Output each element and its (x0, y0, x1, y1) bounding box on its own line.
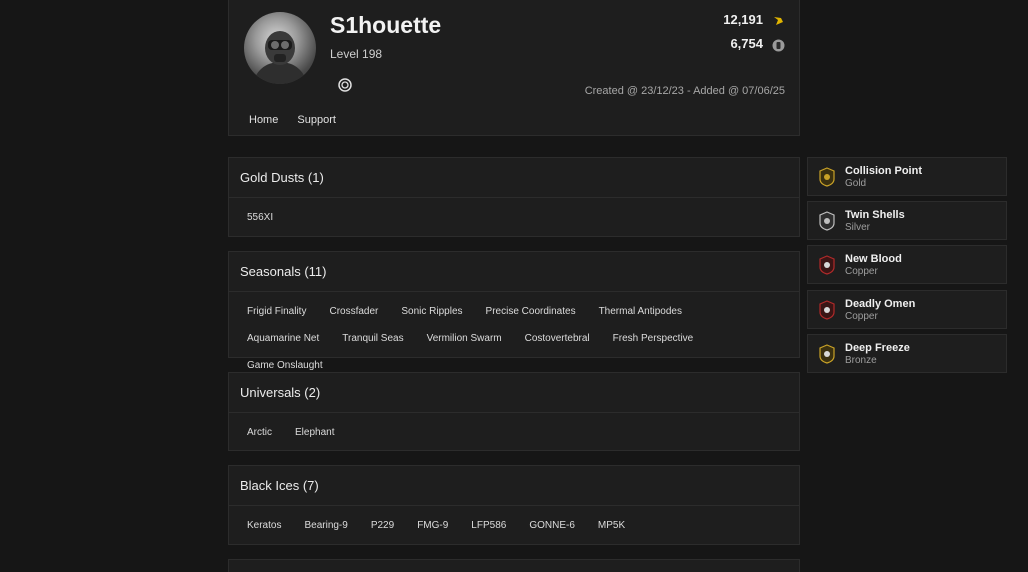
avatar (244, 12, 316, 84)
charm-name: Deadly Omen (845, 298, 916, 310)
charm-tier: Copper (845, 311, 878, 322)
skin-chip[interactable]: Arctic (239, 419, 280, 446)
account-dates: Created @ 23/12/23 - Added @ 07/06/25 (584, 85, 785, 97)
username: S1houette (330, 12, 442, 38)
skin-chip[interactable]: Bearing-9 (296, 512, 355, 539)
charm-tier: Copper (845, 266, 878, 277)
charm-tier: Bronze (845, 355, 877, 366)
skin-chip[interactable]: Crossfader (321, 298, 386, 325)
charm-card[interactable]: Deadly Omen Copper (807, 290, 1007, 329)
gold-charm-icon (819, 167, 835, 187)
skin-list: 556XI (229, 198, 799, 237)
avatar-image (254, 31, 306, 84)
section-seasonals: Seasonals (11) Frigid Finality Crossfade… (228, 251, 800, 371)
nav-support[interactable]: Support (297, 114, 336, 126)
credits-count: 6,754 (730, 36, 763, 51)
section-universals: Universals (2) Arctic Elephant (228, 372, 800, 451)
charm-name: New Blood (845, 253, 902, 265)
skin-chip[interactable]: Fresh Perspective (605, 325, 702, 352)
skin-chip[interactable]: Thermal Antipodes (591, 298, 690, 325)
skin-chip[interactable]: MP5K (590, 512, 633, 539)
section-next (228, 559, 800, 572)
renown-count: 12,191 (723, 12, 763, 27)
section-gold-dusts: Gold Dusts (1) 556XI (228, 157, 800, 237)
section-title: Black Ices (7) (229, 466, 799, 506)
profile-nav: Home Support (249, 114, 352, 126)
skin-chip[interactable]: Aquamarine Net (239, 325, 327, 352)
skin-chip[interactable]: LFP586 (463, 512, 514, 539)
renown-icon (774, 17, 783, 25)
skin-chip[interactable]: FMG-9 (409, 512, 456, 539)
nav-home[interactable]: Home (249, 114, 278, 126)
skin-chip[interactable]: Vermilion Swarm (419, 325, 510, 352)
charm-name: Collision Point (845, 165, 922, 177)
skin-chip[interactable]: Elephant (287, 419, 342, 446)
charm-name: Deep Freeze (845, 342, 910, 354)
copper-charm-icon (819, 255, 835, 275)
section-title: Seasonals (11) (229, 252, 799, 292)
copper-charm-icon (819, 300, 835, 320)
skin-chip[interactable]: Precise Coordinates (478, 298, 584, 325)
charm-name: Twin Shells (845, 209, 905, 221)
skin-chip[interactable]: Tranquil Seas (334, 325, 411, 352)
skin-list: Arctic Elephant (229, 413, 799, 452)
skin-chip[interactable]: GONNE-6 (521, 512, 583, 539)
skin-chip[interactable]: Sonic Ripples (393, 298, 470, 325)
profile-header: S1houette Level 198 12,191 6,754 Created… (228, 0, 800, 136)
charm-card[interactable]: Collision Point Gold (807, 157, 1007, 196)
skin-chip[interactable]: Keratos (239, 512, 289, 539)
bronze-charm-icon (819, 344, 835, 364)
section-title: Universals (2) (229, 373, 799, 413)
skin-list: Keratos Bearing-9 P229 FMG-9 LFP586 GONN… (229, 506, 799, 545)
skin-chip[interactable]: 556XI (239, 204, 281, 231)
skin-chip[interactable]: Costovertebral (517, 325, 598, 352)
charm-card[interactable]: New Blood Copper (807, 245, 1007, 284)
charm-card[interactable]: Twin Shells Silver (807, 201, 1007, 240)
skin-chip[interactable]: Frigid Finality (239, 298, 314, 325)
charm-card[interactable]: Deep Freeze Bronze (807, 334, 1007, 373)
charm-tier: Gold (845, 178, 867, 189)
section-title: Gold Dusts (1) (229, 158, 799, 198)
ubisoft-icon[interactable] (338, 78, 352, 92)
player-level: Level 198 (330, 47, 383, 61)
charm-tier: Silver (845, 222, 871, 233)
skin-chip[interactable]: P229 (363, 512, 402, 539)
section-black-ices: Black Ices (7) Keratos Bearing-9 P229 FM… (228, 465, 800, 545)
credits-icon (772, 39, 785, 52)
silver-charm-icon (819, 211, 835, 231)
